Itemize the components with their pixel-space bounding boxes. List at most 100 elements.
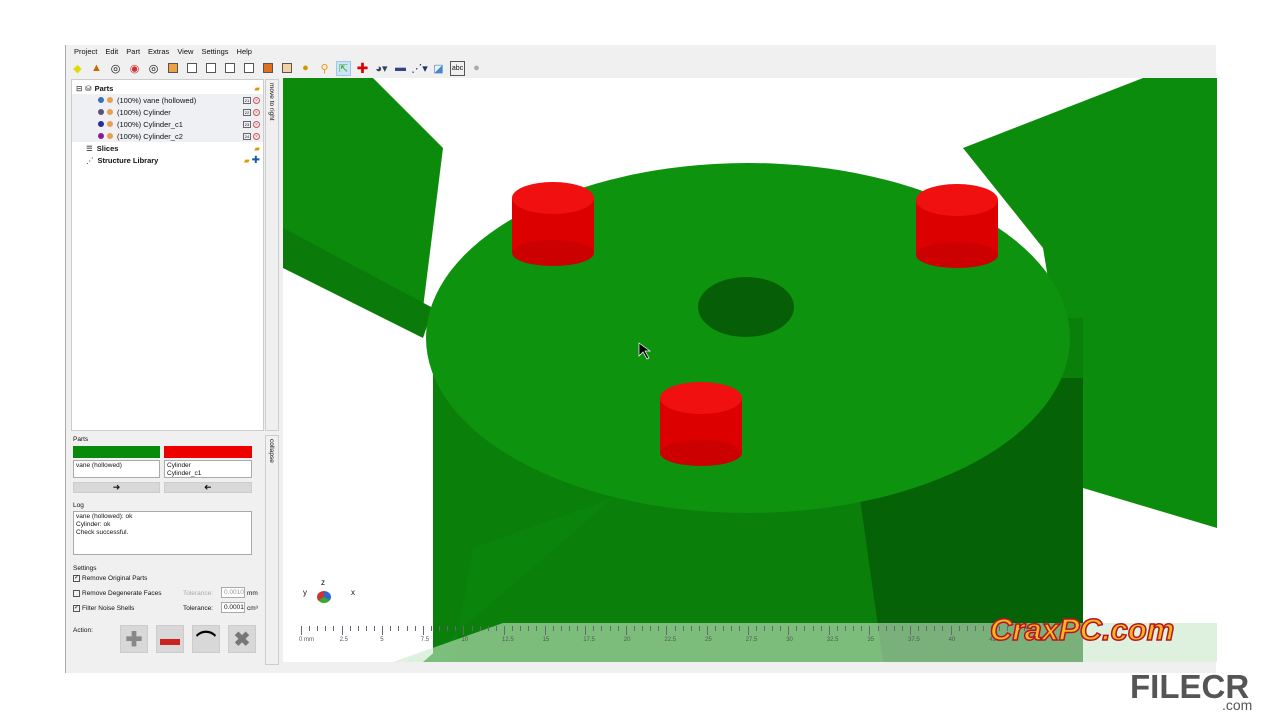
ruler-tick xyxy=(610,626,611,631)
tolerance-cm3-input[interactable]: 0.0001 xyxy=(221,602,245,613)
list-item[interactable]: Cylinder_c1 xyxy=(167,470,249,478)
ruler-tick xyxy=(699,626,700,631)
view-iso-icon[interactable] xyxy=(279,61,294,76)
right-parts-list[interactable]: CylinderCylinder_c1 xyxy=(164,460,252,478)
list-item[interactable]: Cylinder xyxy=(167,462,249,470)
view-top-icon[interactable] xyxy=(241,61,256,76)
tree-part-item[interactable]: (100%) vane (hollowed)21× xyxy=(72,94,263,106)
remove-icon[interactable]: × xyxy=(253,97,260,104)
export-icon[interactable]: ◎ xyxy=(146,61,161,76)
tolerance-mm-input[interactable]: 0.0010 xyxy=(221,587,245,598)
part-color-icon xyxy=(98,109,104,115)
part-badge[interactable]: 23 xyxy=(243,121,251,128)
move-tab-label: move to right xyxy=(268,83,275,121)
transform-icon[interactable]: ◕▾ xyxy=(374,61,389,76)
watermark-filecr-sub: .com xyxy=(1222,697,1252,713)
ruler-tick xyxy=(878,626,879,631)
collapse-tab[interactable]: collapse xyxy=(265,435,279,665)
mesh-icon[interactable]: ◪ xyxy=(431,61,446,76)
intersect-button[interactable]: ⌒ xyxy=(192,625,220,653)
view-back-icon[interactable] xyxy=(184,61,199,76)
3d-model xyxy=(283,78,1217,662)
view-front-icon[interactable] xyxy=(165,61,180,76)
tolerance-label-disabled: Tolerance: xyxy=(183,590,213,597)
tolerance-unit: cm³ xyxy=(247,605,258,612)
ruler-tick xyxy=(983,626,984,631)
ruler-tick xyxy=(512,626,513,631)
add-icon[interactable]: ✚ xyxy=(252,155,260,166)
import-icon[interactable]: ◎ xyxy=(108,61,123,76)
part-badge[interactable]: 22 xyxy=(243,109,251,116)
ruler-tick xyxy=(731,626,732,631)
ruler-label: 27.5 xyxy=(746,637,758,643)
zoom-icon[interactable]: ⚲ xyxy=(317,61,332,76)
remove-icon[interactable]: × xyxy=(253,121,260,128)
menu-part[interactable]: Part xyxy=(126,47,140,56)
add-shapes-icon[interactable]: ▲ xyxy=(89,61,104,76)
tree-part-item[interactable]: (100%) Cylinder22× xyxy=(72,106,263,118)
menu-help[interactable]: Help xyxy=(237,47,252,56)
shading-icon[interactable]: ● xyxy=(298,61,313,76)
view-right-icon[interactable] xyxy=(222,61,237,76)
move-right-button[interactable]: ➜ xyxy=(73,482,160,493)
folder-icon[interactable]: ▰ xyxy=(254,84,260,93)
tree-slices[interactable]: ☰Slices▰ xyxy=(72,142,263,154)
list-item[interactable]: vane (hollowed) xyxy=(76,462,157,470)
import-color-icon[interactable]: ◉ xyxy=(127,61,142,76)
ruler-tick xyxy=(772,626,773,631)
ruler-tick xyxy=(520,626,521,631)
ruler-tick xyxy=(861,626,862,631)
visibility-icon[interactable] xyxy=(107,133,113,139)
tree-part-item[interactable]: (100%) Cylinder_c224× xyxy=(72,130,263,142)
ruler-tick xyxy=(642,626,643,631)
light-icon[interactable]: ● xyxy=(469,61,484,76)
collapse-tab-label: collapse xyxy=(268,439,275,463)
view-bottom-icon[interactable] xyxy=(260,61,275,76)
remove-original-checkbox[interactable]: ✓Remove Original Parts xyxy=(73,575,147,582)
left-parts-list[interactable]: vane (hollowed) xyxy=(73,460,160,478)
union-button[interactable]: ✚ xyxy=(120,625,148,653)
filter-noise-checkbox[interactable]: ✓Filter Noise Shells xyxy=(73,605,134,612)
open-icon[interactable]: ◆ xyxy=(70,61,85,76)
folder-icon[interactable]: ▰ xyxy=(244,156,250,165)
axis-z-label: z xyxy=(321,578,325,587)
tree-structure-library[interactable]: ⋰Structure Library▰✚ xyxy=(72,154,263,166)
visibility-icon[interactable] xyxy=(107,109,113,115)
log-box[interactable]: vane (hollowed): ok Cylinder: ok Check s… xyxy=(73,511,252,555)
folder-icon[interactable]: ▰ xyxy=(254,144,260,153)
menu-view[interactable]: View xyxy=(177,47,193,56)
app-window: Project Edit Part Extras View Settings H… xyxy=(65,45,1216,673)
visibility-icon[interactable] xyxy=(107,97,113,103)
visibility-icon[interactable] xyxy=(107,121,113,127)
ruler-tick xyxy=(317,626,318,631)
menu-settings[interactable]: Settings xyxy=(201,47,228,56)
move-to-right-tab[interactable]: move to right xyxy=(265,79,279,431)
menu-project[interactable]: Project xyxy=(74,47,97,56)
tree-part-item[interactable]: (100%) Cylinder_c123× xyxy=(72,118,263,130)
toolbar: ◆ ▲ ◎ ◉ ◎ ● ⚲ ⇱ ✚ ◕▾ ▬ ⋰▾ ◪ abc ● xyxy=(70,59,484,77)
remove-icon[interactable]: × xyxy=(253,133,260,140)
ruler-tick xyxy=(626,626,627,635)
add-part-icon[interactable]: ✚ xyxy=(355,61,370,76)
select-icon[interactable]: ⇱ xyxy=(336,61,351,76)
3d-viewport[interactable]: z y x 0 mm2.557.51012.51517.52022.52527.… xyxy=(283,78,1217,662)
view-left-icon[interactable] xyxy=(203,61,218,76)
menu-extras[interactable]: Extras xyxy=(148,47,169,56)
ruler-tick xyxy=(496,626,497,631)
subtract-button[interactable]: ▬ xyxy=(156,625,184,653)
part-badge[interactable]: 21 xyxy=(243,97,251,104)
cancel-button[interactable]: ✖ xyxy=(228,625,256,653)
part-badge[interactable]: 24 xyxy=(243,133,251,140)
tree-parts[interactable]: ⊟⛁Parts▰ xyxy=(72,82,263,94)
text-icon[interactable]: abc xyxy=(450,61,465,76)
ruler-tick xyxy=(780,626,781,631)
part-tree: ⊟⛁Parts▰ (100%) vane (hollowed)21× (100%… xyxy=(71,79,264,431)
measure-icon[interactable]: ▬ xyxy=(393,61,408,76)
ruler-tick xyxy=(691,626,692,631)
remove-icon[interactable]: × xyxy=(253,109,260,116)
remove-degenerate-checkbox[interactable]: Remove Degenerate Faces xyxy=(73,590,162,597)
ruler-tick xyxy=(707,626,708,635)
hatch-icon[interactable]: ⋰▾ xyxy=(412,61,427,76)
move-left-button[interactable]: ➜ xyxy=(164,482,252,493)
menu-edit[interactable]: Edit xyxy=(105,47,118,56)
